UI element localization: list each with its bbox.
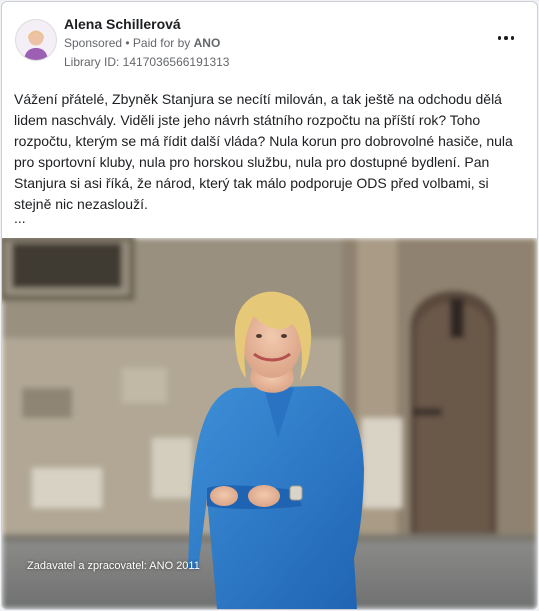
library-id: Library ID: 1417036566191313 xyxy=(64,55,230,69)
more-options-icon[interactable] xyxy=(496,32,516,44)
ad-image[interactable]: Zadavatel a zpracovatel: ANO 2011 xyxy=(2,238,537,609)
page-name[interactable]: Alena Schillerová xyxy=(64,16,181,32)
ad-card: Alena Schillerová Sponsored • Paid for b… xyxy=(1,1,538,610)
image-caption: Zadavatel a zpracovatel: ANO 2011 xyxy=(27,560,200,572)
payer-name: ANO xyxy=(193,36,221,50)
sponsored-line: Sponsored • Paid for by ANO xyxy=(64,36,220,50)
paid-for-label: • Paid for by xyxy=(125,36,191,50)
post-text: Vážení přátelé, Zbyněk Stanjura se necít… xyxy=(14,91,513,212)
see-more-ellipsis[interactable]: ... xyxy=(14,210,26,226)
avatar[interactable] xyxy=(15,19,57,61)
post-header: Alena Schillerová Sponsored • Paid for b… xyxy=(2,2,537,80)
sponsored-label: Sponsored xyxy=(64,36,123,50)
